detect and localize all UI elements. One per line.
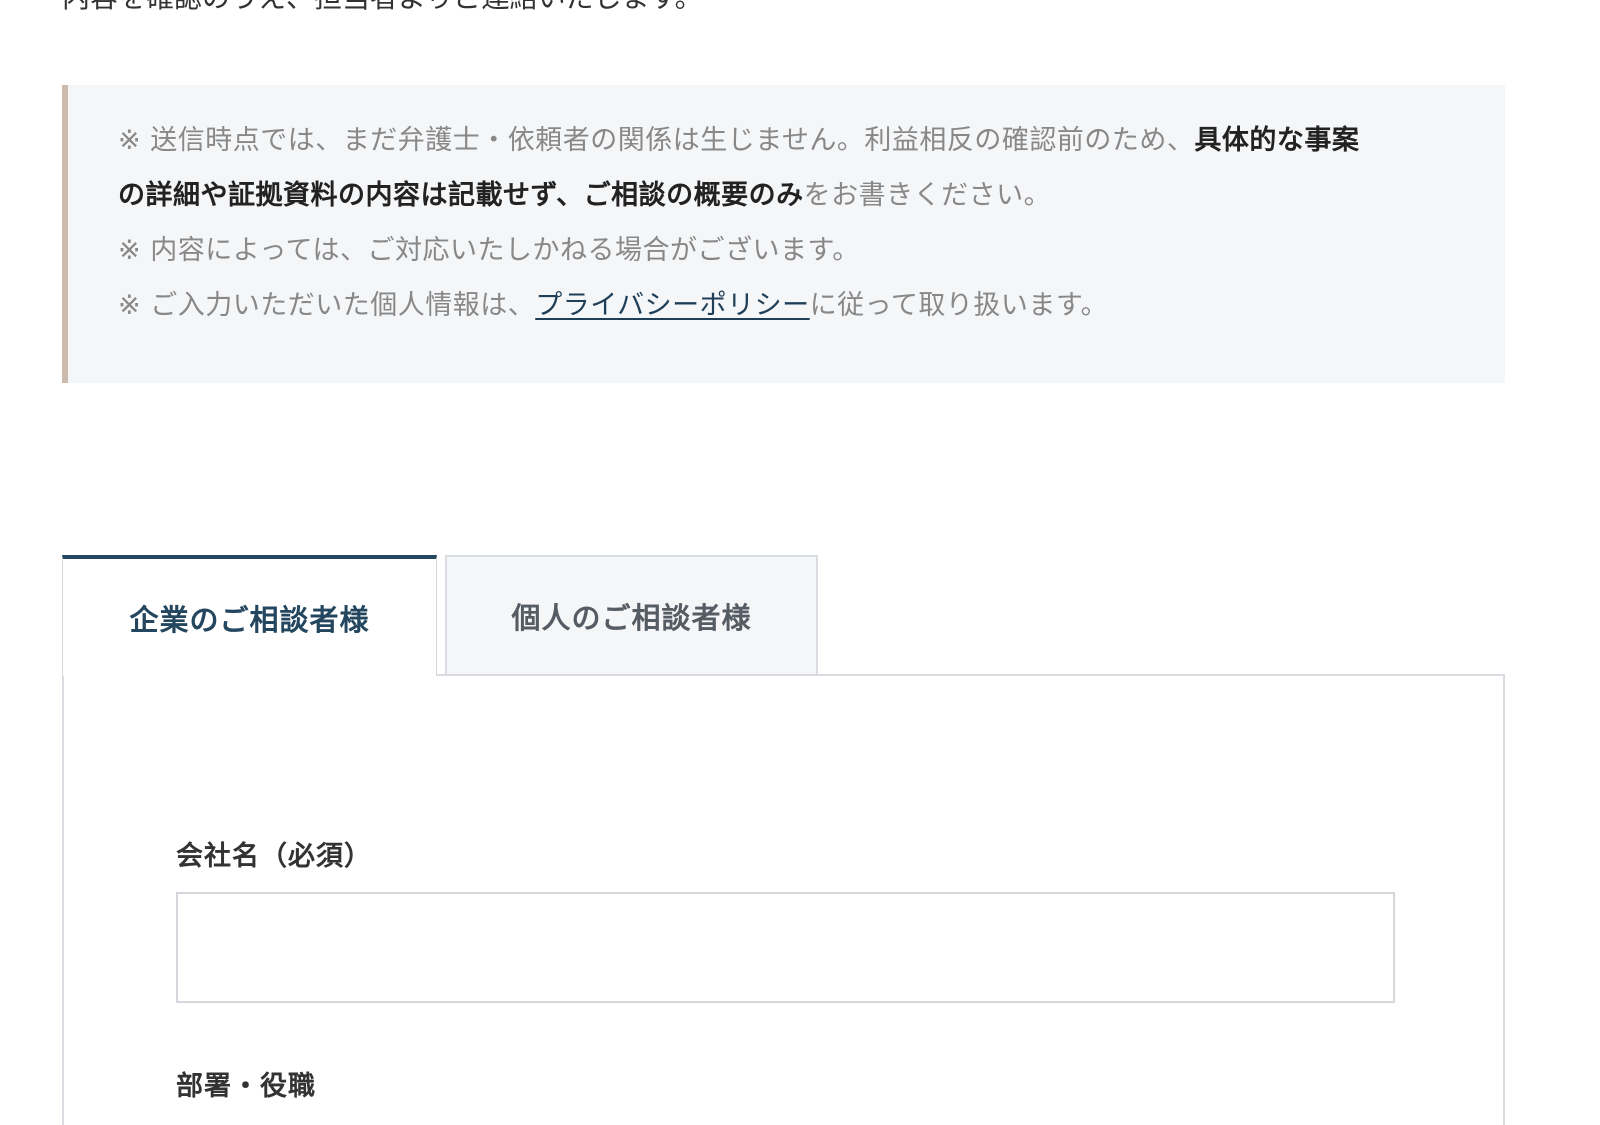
contact-page: 内容を確認のうえ、担当者よりご連絡いたします。 ※ 送信時点では、まだ弁護士・依…: [0, 0, 1600, 1125]
notice-line-2-bold: の詳細や証拠資料の内容は記載せず、ご相談の概要のみ: [118, 180, 804, 211]
notice-line-3: ※ 内容によっては、ご対応いたしかねる場合がございます。: [118, 235, 860, 266]
notice-line-4: ※ ご入力いただいた個人情報は、プライバシーポリシーに従って取り扱います。: [118, 278, 1465, 333]
corporate-form-panel: 会社名（必須） 部署・役職: [62, 674, 1505, 1125]
department-label: 部署・役職: [176, 1071, 316, 1102]
tab-corporate[interactable]: 企業のご相談者様: [62, 555, 437, 676]
privacy-policy-link[interactable]: プライバシーポリシー: [535, 290, 809, 321]
notice-line-2: の詳細や証拠資料の内容は記載せず、ご相談の概要のみをお書きください。: [118, 168, 1465, 223]
notice-line-2-text: をお書きください。: [803, 180, 1052, 211]
company-name-input[interactable]: [176, 892, 1395, 1003]
notice-box: ※ 送信時点では、まだ弁護士・依頼者の関係は生じません。利益相反の確認前のため、…: [62, 85, 1505, 383]
notice-line-1: ※ 送信時点では、まだ弁護士・依頼者の関係は生じません。利益相反の確認前のため、…: [118, 113, 1465, 168]
tab-individual[interactable]: 個人のご相談者様: [445, 555, 818, 675]
notice-line-1-bold: 具体的な事案: [1194, 125, 1360, 156]
notice-line-4-text: ※ ご入力いただいた個人情報は、: [118, 290, 536, 321]
notice-line-1-text: ※ 送信時点では、まだ弁護士・依頼者の関係は生じません。利益相反の確認前のため、: [118, 125, 1195, 156]
notice-line-4-suffix: に従って取り扱います。: [809, 290, 1109, 321]
intro-text: 内容を確認のうえ、担当者よりご連絡いたします。: [62, 0, 703, 18]
company-name-label: 会社名（必須）: [176, 841, 372, 872]
